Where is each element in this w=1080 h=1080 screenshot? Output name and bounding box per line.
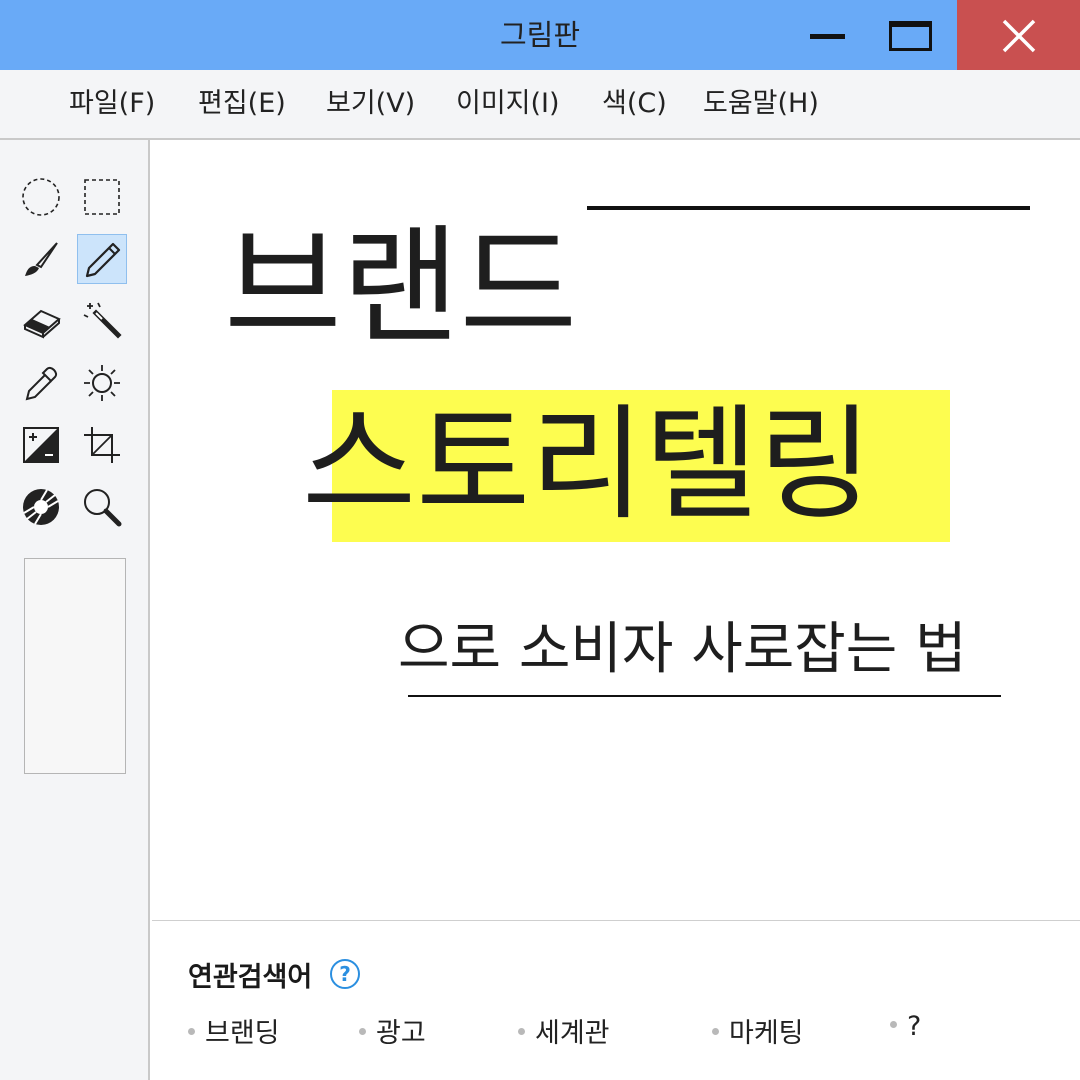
- related-item-marketing[interactable]: 마케팅: [712, 1011, 804, 1050]
- close-icon: [1002, 19, 1036, 53]
- contrast-tool[interactable]: [16, 420, 66, 470]
- menu-bar: 파일(F) 편집(E) 보기(V) 이미지(I) 색(C) 도움말(H): [0, 70, 1080, 140]
- related-item-ad[interactable]: 광고: [359, 1011, 426, 1050]
- canvas-text-brand: 브랜드: [224, 213, 578, 362]
- related-search-panel: 연관검색어 ? 브랜딩 광고 세계관 마케팅 ?: [152, 920, 1080, 1080]
- related-item-label: 마케팅: [729, 1018, 804, 1049]
- canvas-line-top: [587, 206, 1030, 210]
- menu-edit[interactable]: 편집(E): [198, 70, 286, 138]
- bullet-icon: [712, 1028, 719, 1035]
- maximize-icon: [889, 21, 932, 51]
- related-item-unknown[interactable]: ?: [890, 1011, 921, 1042]
- bullet-icon: [518, 1028, 525, 1035]
- canvas-line-bottom: [408, 695, 1001, 697]
- contrast-icon: [23, 427, 59, 463]
- eraser-tool[interactable]: [16, 296, 66, 346]
- bullet-icon: [188, 1028, 195, 1035]
- related-item-label: 광고: [376, 1018, 426, 1049]
- crop-icon: [84, 427, 120, 463]
- rect-select-icon: [84, 179, 120, 215]
- menu-file[interactable]: 파일(F): [69, 70, 155, 138]
- related-search-title: 연관검색어: [188, 962, 313, 993]
- maximize-button[interactable]: [875, 0, 945, 70]
- pencil-tool[interactable]: [77, 234, 127, 284]
- ellipse-select-tool[interactable]: [16, 172, 66, 222]
- related-item-label: 세계관: [535, 1018, 610, 1049]
- minimize-icon: [810, 34, 845, 39]
- eraser-icon: [23, 309, 61, 339]
- bullet-icon: [890, 1021, 897, 1028]
- help-icon[interactable]: ?: [330, 959, 360, 989]
- menu-view[interactable]: 보기(V): [326, 70, 415, 138]
- title-bar: 그림판: [0, 0, 1080, 70]
- drawing-canvas[interactable]: 브랜드 스토리텔링 으로 소비자 사로잡는 법: [152, 140, 1080, 920]
- zoom-tool[interactable]: [77, 482, 127, 532]
- magic-wand-tool[interactable]: [77, 296, 127, 346]
- related-item-label: 브랜딩: [205, 1018, 280, 1049]
- eyedropper-tool[interactable]: [16, 358, 66, 408]
- toolbox: [0, 140, 150, 1080]
- crop-tool[interactable]: [77, 420, 127, 470]
- pencil-icon: [85, 242, 121, 278]
- brightness-tool[interactable]: [77, 358, 127, 408]
- minimize-button[interactable]: [795, 0, 860, 70]
- eyedropper-icon: [25, 367, 57, 401]
- color-preview-box[interactable]: [24, 558, 126, 774]
- related-item-label: ?: [907, 1011, 922, 1042]
- shutter-tool[interactable]: [16, 482, 66, 532]
- magnifier-icon: [84, 489, 122, 527]
- bullet-icon: [359, 1028, 366, 1035]
- related-item-branding[interactable]: 브랜딩: [188, 1011, 280, 1050]
- brush-icon: [25, 242, 58, 276]
- menu-help[interactable]: 도움말(H): [703, 70, 819, 138]
- rect-select-tool[interactable]: [77, 172, 127, 222]
- magic-wand-icon: [83, 302, 122, 339]
- camera-shutter-icon: [23, 489, 59, 525]
- menu-color[interactable]: 색(C): [602, 70, 667, 138]
- menu-image[interactable]: 이미지(I): [456, 70, 560, 138]
- ellipse-select-icon: [22, 178, 60, 216]
- brush-tool[interactable]: [16, 234, 66, 284]
- sun-icon: [84, 365, 120, 401]
- related-item-worldview[interactable]: 세계관: [518, 1011, 610, 1050]
- close-button[interactable]: [957, 0, 1080, 70]
- canvas-text-storytelling: 스토리텔링: [302, 393, 873, 537]
- canvas-text-subtitle: 으로 소비자 사로잡는 법: [398, 617, 967, 682]
